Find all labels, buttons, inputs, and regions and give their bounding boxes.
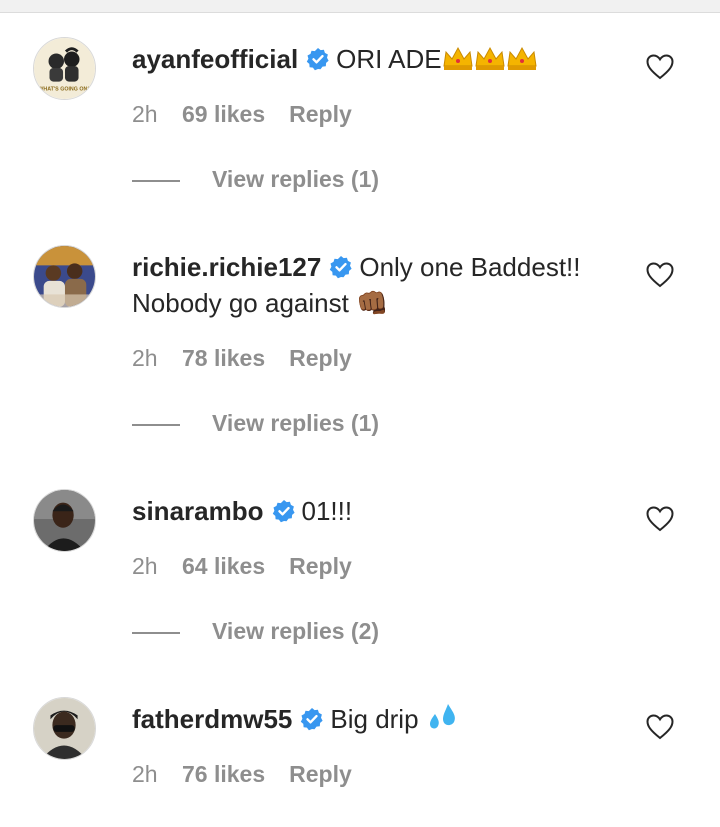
avatar-image: WHAT'S GOING ON? [34,38,95,99]
heart-outline-icon[interactable] [646,714,674,740]
view-replies-button[interactable]: View replies (2) [132,618,379,648]
avatar-image [34,490,95,551]
comment-time: 2h [132,761,158,787]
comment-text: ORI ADE [336,44,442,74]
avatar-image [34,246,95,307]
view-replies-button[interactable]: View replies (1) [132,166,379,196]
comment-body: fatherdmw55 Big drip [132,701,612,741]
comment-meta: 2h 78 likes Reply [132,343,352,373]
comment-body: ayanfeofficial ORI ADE [132,41,612,81]
top-divider [0,0,720,13]
view-replies-label: View replies (1) [212,410,380,436]
comment-meta: 2h 76 likes Reply [132,759,352,789]
heart-outline-icon[interactable] [646,262,674,288]
comment-text: 01!!! [301,496,353,526]
verified-badge-icon [272,500,295,523]
verified-badge-icon [330,256,352,279]
comment-time: 2h [132,101,158,127]
avatar-image [34,698,95,759]
comment-body: sinarambo 01!!! [132,493,612,529]
replies-divider-line [132,179,180,182]
avatar-caption: WHAT'S GOING ON? [38,86,90,92]
comment-username[interactable]: fatherdmw55 [132,704,292,734]
comment-text: Big drip [330,704,419,734]
view-replies-button[interactable]: View replies (1) [132,410,379,440]
comment-time: 2h [132,553,158,579]
comment-body: richie.richie127 Only one Baddest!! Nobod… [132,249,612,321]
reply-button[interactable]: Reply [289,553,352,579]
reply-button[interactable]: Reply [289,101,352,127]
likes-count[interactable]: 76 likes [182,759,265,789]
verified-badge-icon [301,708,323,731]
likes-count[interactable]: 64 likes [182,551,265,581]
comment-meta: 2h 69 likes Reply [132,99,352,129]
reply-button[interactable]: Reply [289,345,352,371]
verified-badge-icon [306,48,329,71]
avatar[interactable] [33,489,96,552]
comment-username[interactable]: richie.richie127 [132,252,321,282]
comment-time: 2h [132,345,158,371]
comment-username[interactable]: sinarambo [132,496,264,526]
heart-outline-icon[interactable] [646,506,674,532]
avatar[interactable]: WHAT'S GOING ON? [33,37,96,100]
droplets-emoji [426,702,460,741]
comment-username[interactable]: ayanfeofficial [132,44,298,74]
view-replies-label: View replies (1) [212,166,380,192]
heart-outline-icon[interactable] [646,54,674,80]
replies-divider-line [132,423,180,426]
avatar[interactable] [33,697,96,760]
avatar[interactable] [33,245,96,308]
comment-meta: 2h 64 likes Reply [132,551,352,581]
reply-button[interactable]: Reply [289,761,352,787]
likes-count[interactable]: 69 likes [182,99,265,129]
crown-emoji-icon [443,46,537,70]
view-replies-label: View replies (2) [212,618,380,644]
likes-count[interactable]: 78 likes [182,343,265,373]
crown-emoji-group [442,44,538,81]
replies-divider-line [132,631,180,634]
droplets-icon [429,704,455,729]
